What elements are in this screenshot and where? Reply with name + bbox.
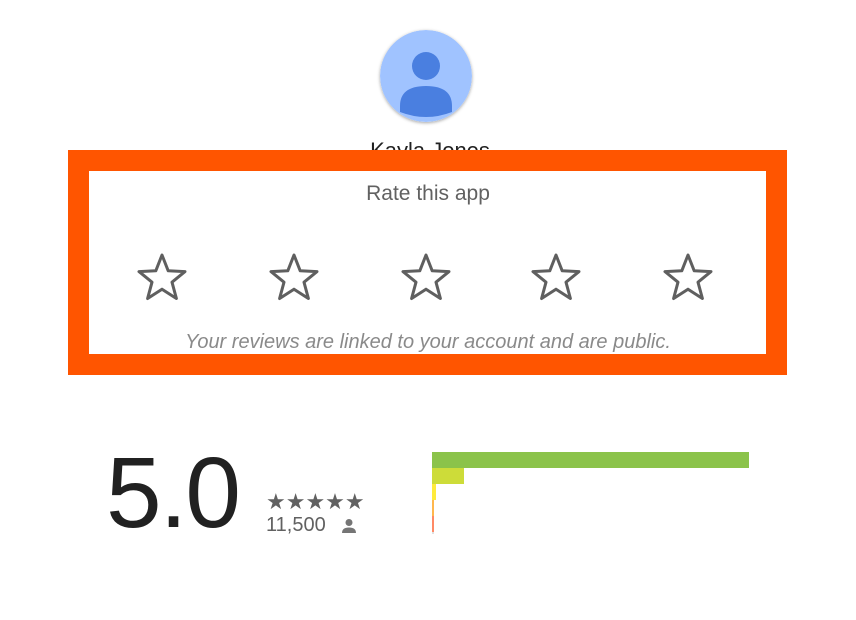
rating-count: 11,500	[266, 514, 326, 536]
star-outline-icon	[663, 253, 713, 300]
star-5-button[interactable]	[658, 248, 718, 308]
average-stars: ★★★★★	[266, 489, 365, 514]
person-icon	[340, 517, 358, 535]
star-outline-icon	[269, 253, 319, 300]
star-1-button[interactable]	[132, 248, 192, 308]
rating-stars-row	[132, 248, 722, 308]
user-avatar-icon	[380, 30, 472, 122]
star-outline-icon	[137, 253, 187, 300]
histogram-bar-3-star	[432, 484, 436, 500]
histogram-bar-1-star	[432, 516, 434, 532]
average-rating: 5.0	[106, 437, 241, 549]
star-3-button[interactable]	[396, 248, 456, 308]
star-4-button[interactable]	[526, 248, 586, 308]
review-disclaimer: Your reviews are linked to your account …	[185, 331, 671, 353]
rating-histogram	[432, 452, 762, 542]
star-2-button[interactable]	[264, 248, 324, 308]
histogram-bar-2-star	[432, 500, 434, 516]
rating-count-row: 11,500	[266, 514, 358, 537]
histogram-bar-4-star	[432, 468, 464, 484]
star-outline-icon	[401, 253, 451, 300]
star-outline-icon	[531, 253, 581, 300]
histogram-bar-5-star	[432, 452, 749, 468]
rate-title: Rate this app	[366, 182, 490, 205]
